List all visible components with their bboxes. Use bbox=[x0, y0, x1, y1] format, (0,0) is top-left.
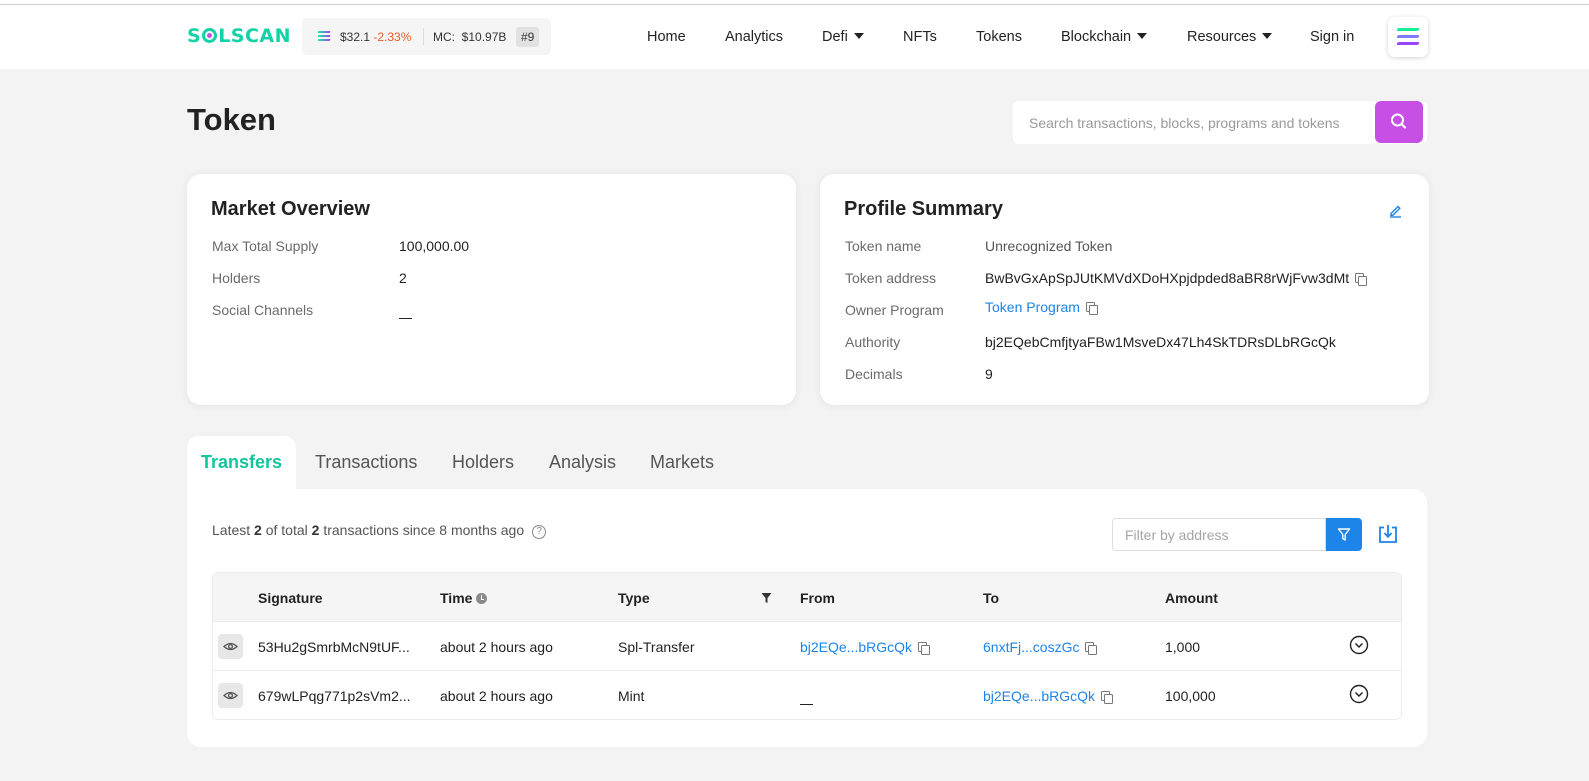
search-button[interactable] bbox=[1375, 101, 1423, 143]
edit-icon[interactable] bbox=[1388, 203, 1403, 218]
eye-icon bbox=[223, 691, 238, 700]
chevron-down-circle-icon bbox=[1349, 684, 1369, 704]
tx-time: about 2 hours ago bbox=[440, 639, 553, 655]
to-address-link[interactable]: bj2EQe...bRGcQk bbox=[983, 688, 1095, 704]
to-address-link[interactable]: 6nxtFj...coszGc bbox=[983, 639, 1079, 655]
nav-nfts[interactable]: NFTs bbox=[903, 29, 937, 45]
col-from: From bbox=[800, 590, 835, 606]
owner-program-value: Token Program bbox=[985, 299, 1098, 315]
address-filter bbox=[1112, 518, 1326, 551]
filter-button[interactable] bbox=[1326, 518, 1362, 551]
nav-defi[interactable]: Defi bbox=[822, 29, 864, 45]
tab-holders[interactable]: Holders bbox=[452, 436, 514, 490]
nav-home[interactable]: Home bbox=[647, 29, 686, 45]
col-signature: Signature bbox=[258, 590, 323, 606]
main-nav: Home Analytics Defi NFTs Tokens Blockcha… bbox=[0, 29, 1589, 49]
signature-link[interactable]: 679wLPqg771p2sVm2... bbox=[258, 688, 411, 704]
tx-type: Spl-Transfer bbox=[618, 639, 695, 655]
holders-label: Holders bbox=[212, 270, 261, 286]
download-icon bbox=[1379, 525, 1397, 543]
transfers-table: Signature Time Type From To Amount 53Hu2… bbox=[212, 572, 1402, 720]
tab-analysis[interactable]: Analysis bbox=[549, 436, 616, 490]
market-overview-card: Market Overview Max Total Supply 100,000… bbox=[187, 174, 796, 405]
copy-icon[interactable] bbox=[1085, 642, 1098, 655]
decimals-value: 9 bbox=[985, 366, 993, 382]
col-amount: Amount bbox=[1165, 590, 1218, 606]
copy-icon[interactable] bbox=[1101, 691, 1114, 704]
tx-amount: 1,000 bbox=[1165, 639, 1201, 655]
table-header: Signature Time Type From To Amount bbox=[213, 573, 1401, 622]
profile-summary-card: Profile Summary Token name Unrecognized … bbox=[820, 174, 1429, 405]
view-button[interactable] bbox=[218, 634, 243, 659]
market-overview-title: Market Overview bbox=[211, 198, 370, 220]
col-to: To bbox=[983, 590, 1000, 606]
page-title: Token bbox=[187, 102, 276, 137]
to-cell: 6nxtFj...coszGc bbox=[983, 639, 1098, 655]
transfers-panel: Latest 2 of total 2 transactions since 8… bbox=[187, 489, 1427, 747]
col-time[interactable]: Time bbox=[440, 590, 488, 606]
tx-time: about 2 hours ago bbox=[440, 688, 553, 704]
chevron-down-icon bbox=[1262, 33, 1273, 39]
tx-amount: 100,000 bbox=[1165, 688, 1216, 704]
nav-blockchain[interactable]: Blockchain bbox=[1061, 29, 1148, 45]
tab-transactions[interactable]: Transactions bbox=[315, 436, 417, 490]
tab-markets[interactable]: Markets bbox=[650, 436, 714, 490]
decimals-label: Decimals bbox=[845, 366, 903, 382]
authority-link[interactable]: bj2EQebCmfjtyaFBw1MsveDx47Lh4SkTDRsDLbRG… bbox=[985, 334, 1336, 350]
social-channels-empty bbox=[399, 302, 412, 319]
from-empty bbox=[800, 688, 813, 705]
eye-icon bbox=[223, 642, 238, 651]
table-row: 53Hu2gSmrbMcN9tUF... about 2 hours ago S… bbox=[213, 622, 1401, 671]
chevron-down-circle-icon bbox=[1349, 635, 1369, 655]
holders-value: 2 bbox=[399, 270, 407, 286]
copy-icon[interactable] bbox=[1085, 302, 1098, 315]
max-supply-label: Max Total Supply bbox=[212, 238, 319, 254]
from-cell: bj2EQe...bRGcQk bbox=[800, 639, 931, 655]
search-input[interactable] bbox=[1013, 101, 1373, 144]
transfers-summary: Latest 2 of total 2 transactions since 8… bbox=[212, 522, 547, 539]
token-name-value: Unrecognized Token bbox=[985, 238, 1113, 254]
chevron-down-icon bbox=[1137, 33, 1148, 39]
tx-type: Mint bbox=[618, 688, 645, 704]
search-bar bbox=[1013, 101, 1427, 144]
copy-icon[interactable] bbox=[1355, 273, 1368, 286]
type-filter-icon[interactable] bbox=[761, 592, 772, 604]
from-address-link[interactable]: bj2EQe...bRGcQk bbox=[800, 639, 912, 655]
profile-summary-title: Profile Summary bbox=[844, 198, 1003, 220]
solana-menu-button[interactable] bbox=[1388, 17, 1428, 57]
token-name-label: Token name bbox=[845, 238, 922, 254]
token-address-label: Token address bbox=[845, 270, 937, 286]
download-button[interactable] bbox=[1377, 523, 1399, 545]
nav-tokens[interactable]: Tokens bbox=[976, 29, 1022, 45]
nav-analytics[interactable]: Analytics bbox=[725, 29, 783, 45]
owner-program-label: Owner Program bbox=[845, 302, 944, 318]
col-type: Type bbox=[618, 590, 650, 606]
search-icon bbox=[1391, 113, 1407, 129]
view-button[interactable] bbox=[218, 683, 243, 708]
copy-icon[interactable] bbox=[918, 642, 931, 655]
clock-icon bbox=[476, 593, 488, 604]
table-row: 679wLPqg771p2sVm2... about 2 hours ago M… bbox=[213, 671, 1401, 720]
token-address-value: BwBvGxApSpJUtKMVdXDoHXpjdpded8aBR8rWjFvw… bbox=[985, 270, 1368, 286]
owner-program-link[interactable]: Token Program bbox=[985, 299, 1080, 315]
nav-sign-in[interactable]: Sign in bbox=[1310, 29, 1354, 45]
to-cell: bj2EQe...bRGcQk bbox=[983, 688, 1114, 704]
authority-label: Authority bbox=[845, 334, 901, 350]
site-header: S LSCAN $32.1 -2.33% MC: $10.97B #9 Home … bbox=[0, 5, 1589, 69]
filter-icon bbox=[1337, 528, 1351, 541]
max-supply-value: 100,000.00 bbox=[399, 238, 470, 254]
expand-row-button[interactable] bbox=[1349, 635, 1369, 655]
signature-link[interactable]: 53Hu2gSmrbMcN9tUF... bbox=[258, 639, 410, 655]
social-channels-label: Social Channels bbox=[212, 302, 314, 318]
filter-address-input[interactable] bbox=[1113, 519, 1325, 550]
tab-transfers[interactable]: Transfers bbox=[187, 436, 296, 490]
expand-row-button[interactable] bbox=[1349, 684, 1369, 704]
help-icon[interactable]: ? bbox=[532, 525, 547, 539]
nav-resources[interactable]: Resources bbox=[1187, 29, 1273, 45]
chevron-down-icon bbox=[853, 33, 864, 39]
